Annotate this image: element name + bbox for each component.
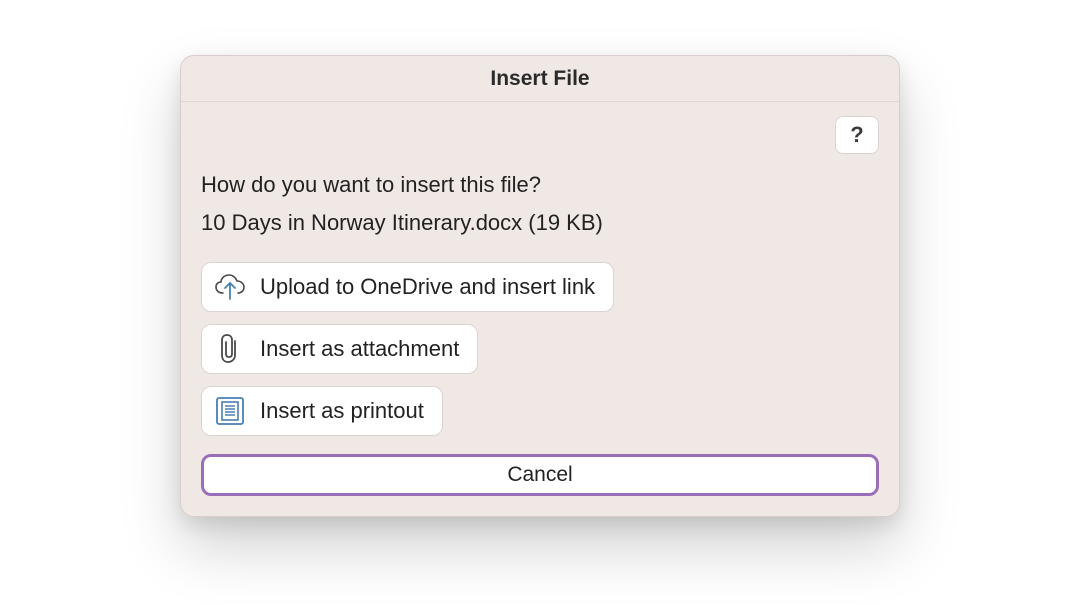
- upload-onedrive-button[interactable]: Upload to OneDrive and insert link: [201, 262, 614, 312]
- dialog-body: ? How do you want to insert this file? 1…: [181, 102, 899, 516]
- dialog-title: Insert File: [490, 67, 589, 91]
- cloud-upload-icon: [214, 271, 246, 303]
- insert-file-dialog: Insert File ? How do you want to insert …: [180, 55, 900, 517]
- insert-attachment-button[interactable]: Insert as attachment: [201, 324, 478, 374]
- option-label: Insert as attachment: [260, 336, 459, 362]
- help-icon: ?: [850, 122, 863, 148]
- option-label: Insert as printout: [260, 398, 424, 424]
- options-list: Upload to OneDrive and insert link Inser…: [201, 262, 879, 436]
- cancel-button[interactable]: Cancel: [201, 454, 879, 496]
- insert-prompt: How do you want to insert this file?: [201, 172, 879, 198]
- printout-icon: [214, 395, 246, 427]
- dialog-titlebar: Insert File: [181, 56, 899, 102]
- help-button[interactable]: ?: [835, 116, 879, 154]
- paperclip-icon: [214, 333, 246, 365]
- insert-printout-button[interactable]: Insert as printout: [201, 386, 443, 436]
- cancel-label: Cancel: [507, 463, 572, 487]
- filename-label: 10 Days in Norway Itinerary.docx (19 KB): [201, 210, 879, 236]
- option-label: Upload to OneDrive and insert link: [260, 274, 595, 300]
